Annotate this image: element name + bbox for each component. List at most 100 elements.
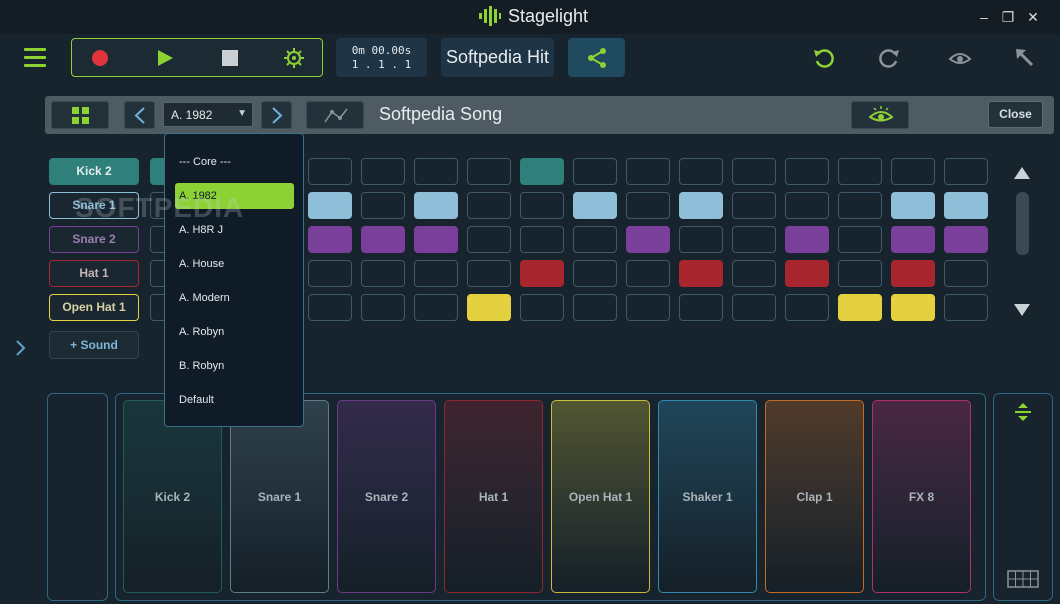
keyboard-grid-icon[interactable] — [1007, 570, 1039, 588]
scroll-down-icon[interactable] — [1013, 303, 1031, 317]
step-cell[interactable] — [944, 260, 988, 287]
stop-icon[interactable] — [219, 47, 241, 69]
next-preset-button[interactable] — [261, 101, 292, 129]
dropdown-item[interactable]: A. Robyn — [175, 319, 294, 345]
step-cell[interactable] — [520, 192, 564, 219]
share-button[interactable] — [568, 38, 625, 77]
step-cell[interactable] — [679, 260, 723, 287]
step-cell[interactable] — [891, 260, 935, 287]
preset-select[interactable]: A. 1982 ▼ — [163, 102, 253, 127]
step-cell[interactable] — [414, 158, 458, 185]
step-cell[interactable] — [573, 192, 617, 219]
step-cell[interactable] — [679, 294, 723, 321]
drum-pad[interactable]: Snare 2 — [337, 400, 436, 593]
step-cell[interactable] — [467, 260, 511, 287]
undo-icon[interactable] — [812, 46, 836, 70]
step-cell[interactable] — [732, 294, 776, 321]
expand-panel-icon[interactable] — [14, 339, 28, 357]
resize-vertical-icon[interactable] — [1013, 402, 1033, 422]
dropdown-item[interactable]: A. House — [175, 251, 294, 277]
step-cell[interactable] — [467, 158, 511, 185]
step-cell[interactable] — [308, 294, 352, 321]
step-cell[interactable] — [626, 158, 670, 185]
step-cell[interactable] — [785, 260, 829, 287]
project-title[interactable]: Softpedia Hit — [441, 38, 554, 77]
drum-pad[interactable]: FX 8 — [872, 400, 971, 593]
step-cell[interactable] — [626, 260, 670, 287]
drum-pad[interactable]: Snare 1 — [230, 400, 329, 593]
gear-icon[interactable] — [283, 47, 305, 69]
step-cell[interactable] — [520, 294, 564, 321]
step-cell[interactable] — [361, 260, 405, 287]
grid-view-button[interactable] — [51, 101, 109, 129]
close-button[interactable]: Close — [988, 101, 1043, 128]
minimize-button[interactable]: – — [975, 8, 993, 26]
step-cell[interactable] — [838, 226, 882, 253]
step-cell[interactable] — [891, 158, 935, 185]
step-cell[interactable] — [626, 294, 670, 321]
step-cell[interactable] — [679, 158, 723, 185]
step-cell[interactable] — [838, 158, 882, 185]
step-cell[interactable] — [944, 294, 988, 321]
pointer-icon[interactable] — [1013, 46, 1037, 70]
step-cell[interactable] — [838, 192, 882, 219]
step-cell[interactable] — [785, 192, 829, 219]
drum-pad[interactable]: Shaker 1 — [658, 400, 757, 593]
step-cell[interactable] — [573, 226, 617, 253]
step-cell[interactable] — [308, 158, 352, 185]
song-name[interactable]: Softpedia Song — [379, 104, 502, 125]
step-cell[interactable] — [573, 158, 617, 185]
step-cell[interactable] — [520, 158, 564, 185]
step-cell[interactable] — [785, 158, 829, 185]
dropdown-item[interactable]: A. Modern — [175, 285, 294, 311]
track-label[interactable]: Kick 2 — [49, 158, 139, 185]
step-cell[interactable] — [361, 226, 405, 253]
step-cell[interactable] — [573, 294, 617, 321]
dropdown-item[interactable]: Default — [175, 387, 294, 413]
step-cell[interactable] — [838, 260, 882, 287]
track-label[interactable]: Hat 1 — [49, 260, 139, 287]
add-sound-button[interactable]: + Sound — [49, 331, 139, 359]
step-cell[interactable] — [891, 192, 935, 219]
step-cell[interactable] — [308, 192, 352, 219]
step-cell[interactable] — [626, 192, 670, 219]
step-cell[interactable] — [414, 226, 458, 253]
step-cell[interactable] — [361, 294, 405, 321]
step-cell[interactable] — [838, 294, 882, 321]
step-cell[interactable] — [308, 226, 352, 253]
step-cell[interactable] — [785, 294, 829, 321]
step-cell[interactable] — [732, 226, 776, 253]
step-cell[interactable] — [414, 192, 458, 219]
step-cell[interactable] — [679, 192, 723, 219]
dropdown-item[interactable]: B. Robyn — [175, 353, 294, 379]
step-cell[interactable] — [732, 260, 776, 287]
step-cell[interactable] — [414, 294, 458, 321]
step-cell[interactable] — [785, 226, 829, 253]
step-cell[interactable] — [732, 192, 776, 219]
prev-preset-button[interactable] — [124, 101, 155, 129]
step-cell[interactable] — [308, 260, 352, 287]
drum-pad[interactable]: Hat 1 — [444, 400, 543, 593]
view-eye-icon[interactable] — [948, 46, 972, 70]
maximize-button[interactable]: ❐ — [999, 8, 1017, 26]
scroll-up-icon[interactable] — [1013, 166, 1031, 180]
step-cell[interactable] — [679, 226, 723, 253]
step-cell[interactable] — [732, 158, 776, 185]
menu-icon[interactable] — [24, 48, 46, 68]
step-cell[interactable] — [414, 260, 458, 287]
drum-pad[interactable]: Clap 1 — [765, 400, 864, 593]
close-window-button[interactable]: ✕ — [1024, 8, 1042, 26]
redo-icon[interactable] — [877, 46, 901, 70]
drum-pad[interactable]: Kick 2 — [123, 400, 222, 593]
record-icon[interactable] — [89, 47, 111, 69]
step-cell[interactable] — [520, 260, 564, 287]
song-view-button[interactable] — [851, 101, 909, 129]
step-cell[interactable] — [361, 192, 405, 219]
step-cell[interactable] — [573, 260, 617, 287]
step-cell[interactable] — [891, 294, 935, 321]
scrollbar-thumb[interactable] — [1016, 192, 1029, 255]
play-icon[interactable] — [154, 47, 176, 69]
step-cell[interactable] — [467, 294, 511, 321]
step-cell[interactable] — [467, 226, 511, 253]
step-cell[interactable] — [944, 226, 988, 253]
